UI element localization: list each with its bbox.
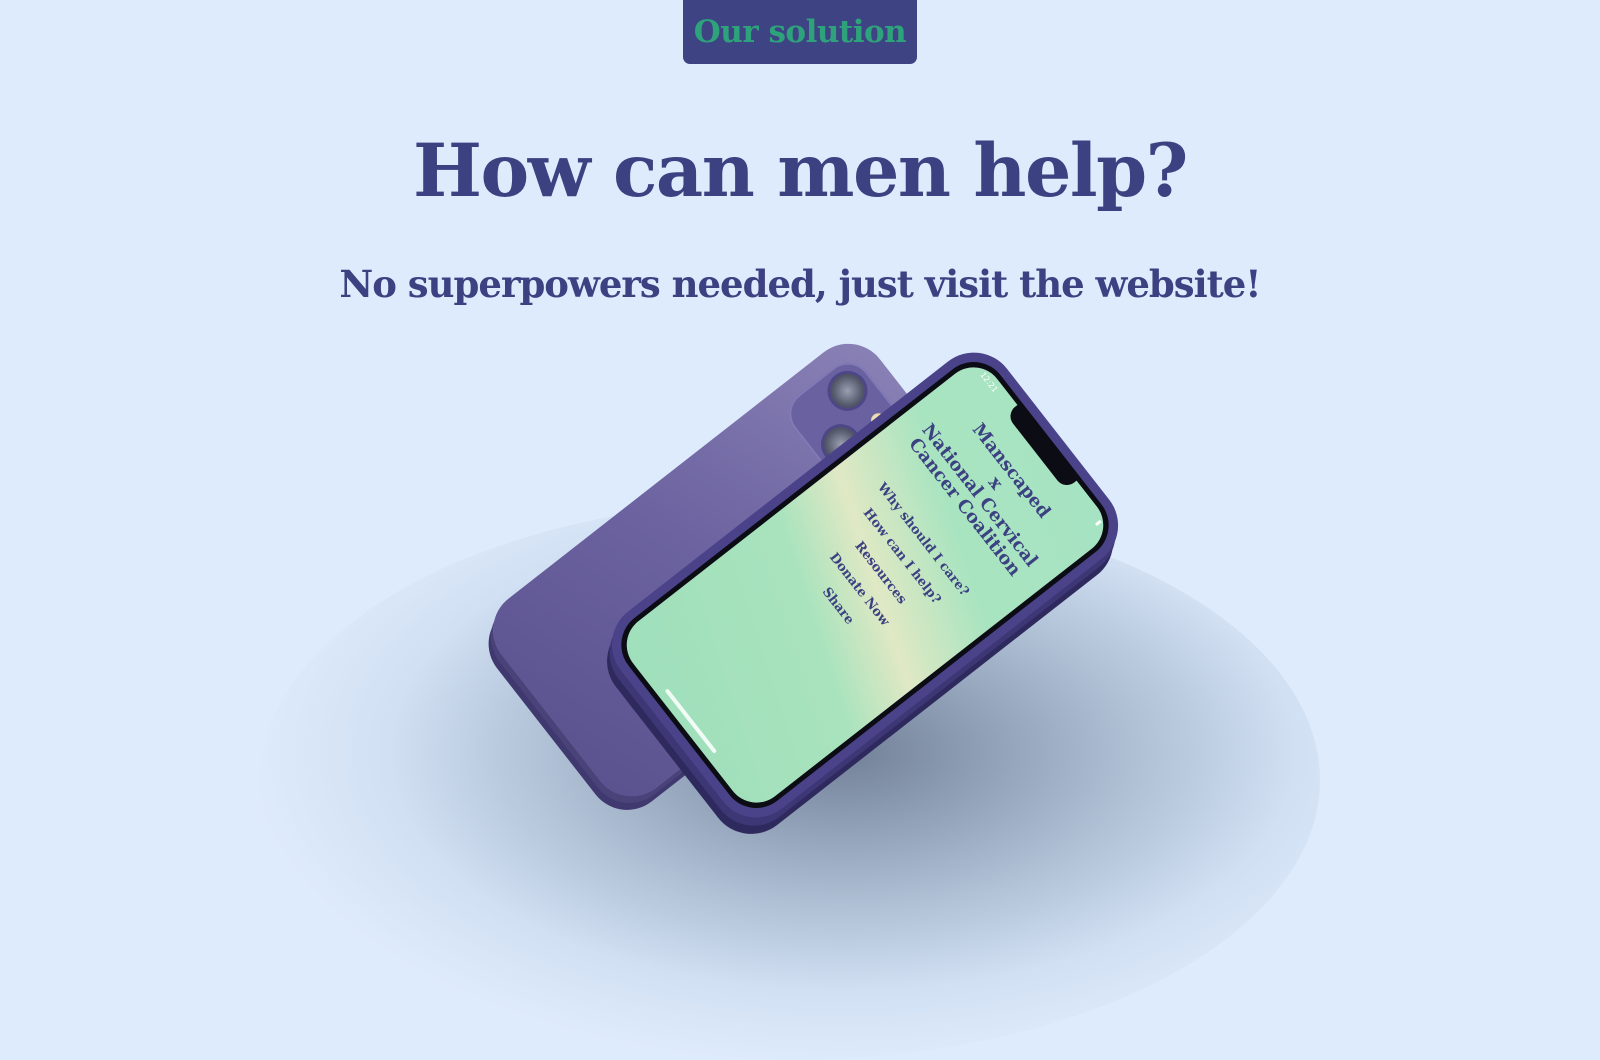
battery-icon: ▮	[1093, 518, 1104, 528]
status-time: 12:21	[978, 370, 1000, 395]
phone-mockup: 12:21 ▮ Manscaped x National Cervical Ca…	[0, 0, 1600, 900]
menu-item-resources[interactable]: Resources	[806, 481, 954, 665]
camera-lens-icon	[823, 366, 872, 415]
